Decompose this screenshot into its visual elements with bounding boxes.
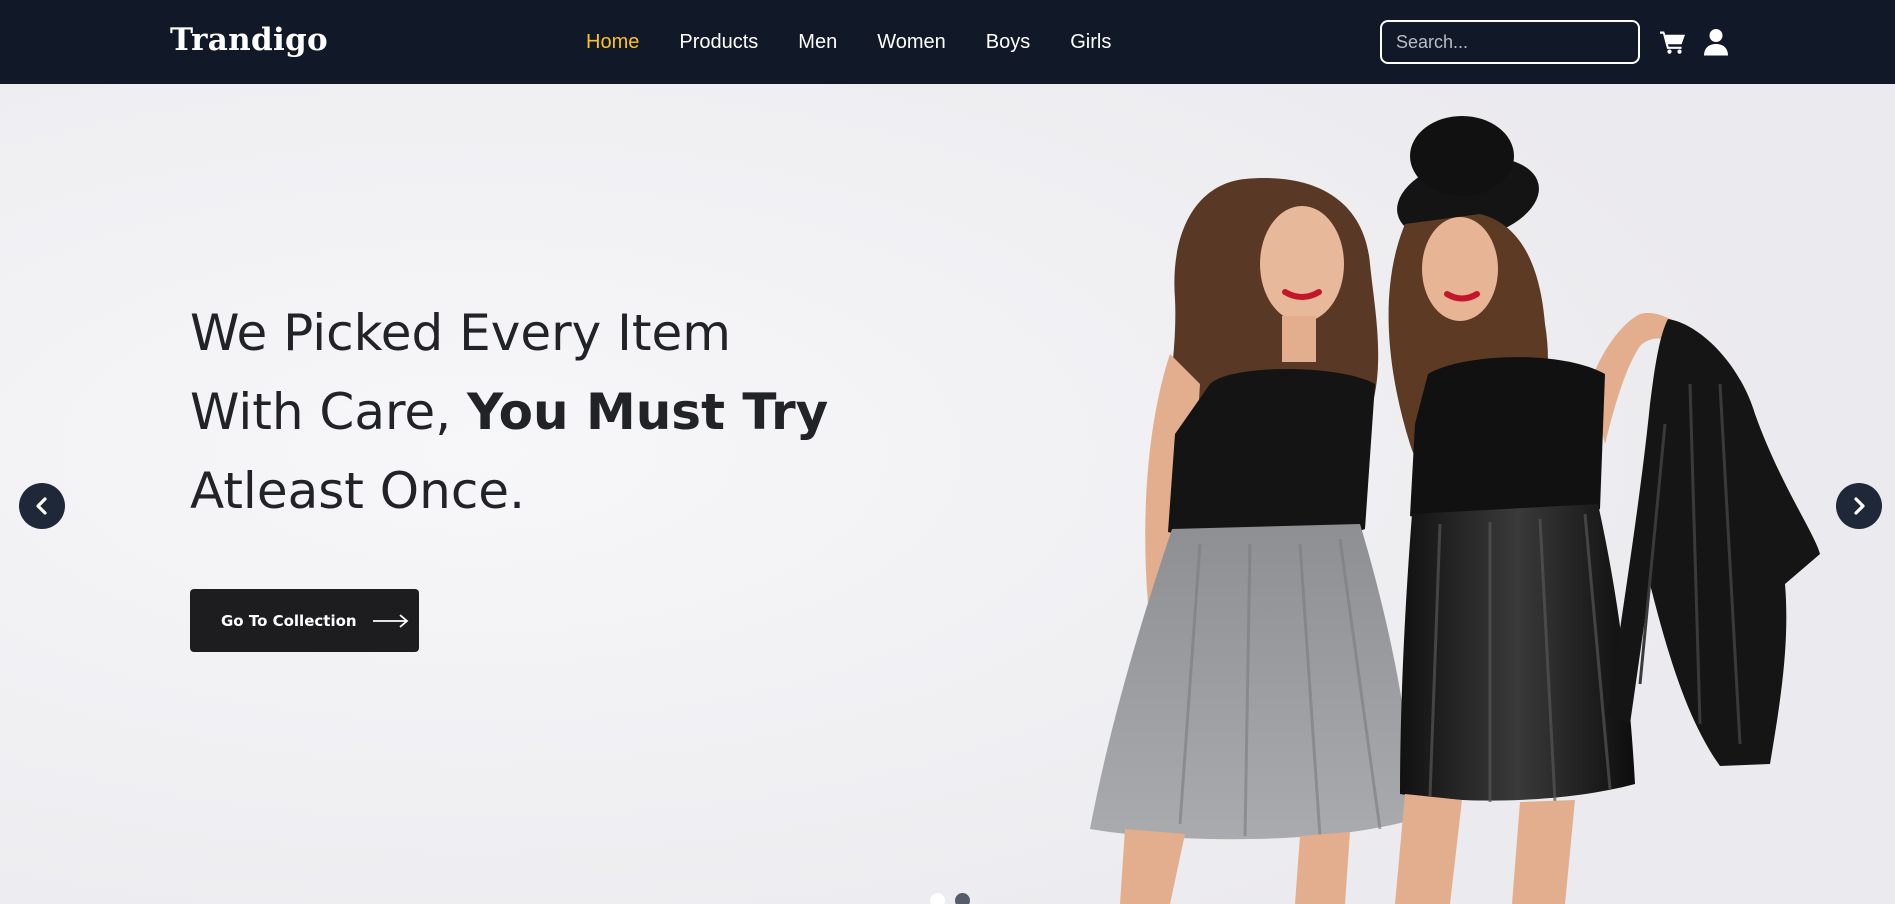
carousel-dot-2[interactable] (955, 893, 970, 904)
nav-link-products[interactable]: Products (679, 31, 758, 54)
hero-headline: We Picked Every Item With Care, You Must… (190, 294, 830, 531)
brand-logo[interactable]: Trandigo (170, 22, 328, 58)
navbar: Trandigo Home Products Men Women Boys Gi… (0, 0, 1895, 84)
chevron-left-icon (36, 497, 47, 515)
nav-links: Home Products Men Women Boys Girls (586, 0, 1151, 84)
carousel-indicators (930, 893, 970, 904)
nav-link-women[interactable]: Women (877, 31, 946, 54)
headline-line-2: With Care, You Must Try (190, 373, 830, 452)
nav-link-girls[interactable]: Girls (1070, 31, 1111, 54)
carousel-dot-1[interactable] (930, 893, 945, 904)
headline-line-1: We Picked Every Item (190, 304, 731, 362)
go-to-collection-label: Go To Collection (221, 611, 357, 630)
search-input[interactable] (1380, 20, 1640, 64)
arrow-right-icon (372, 613, 408, 628)
hero-carousel: We Picked Every Item With Care, You Must… (0, 84, 1895, 904)
headline-line-3: Atleast Once. (190, 462, 525, 520)
carousel-prev-button[interactable] (19, 483, 65, 529)
chevron-right-icon (1854, 497, 1865, 515)
carousel-next-button[interactable] (1836, 483, 1882, 529)
nav-link-boys[interactable]: Boys (986, 31, 1030, 54)
cart-icon[interactable] (1660, 30, 1686, 54)
nav-link-men[interactable]: Men (798, 31, 837, 54)
headline-line-2-bold: You Must Try (466, 383, 829, 441)
nav-link-home[interactable]: Home (586, 31, 639, 54)
user-icon[interactable] (1704, 28, 1728, 56)
headline-line-2-regular: With Care, (190, 383, 467, 441)
go-to-collection-button[interactable]: Go To Collection (190, 589, 419, 652)
